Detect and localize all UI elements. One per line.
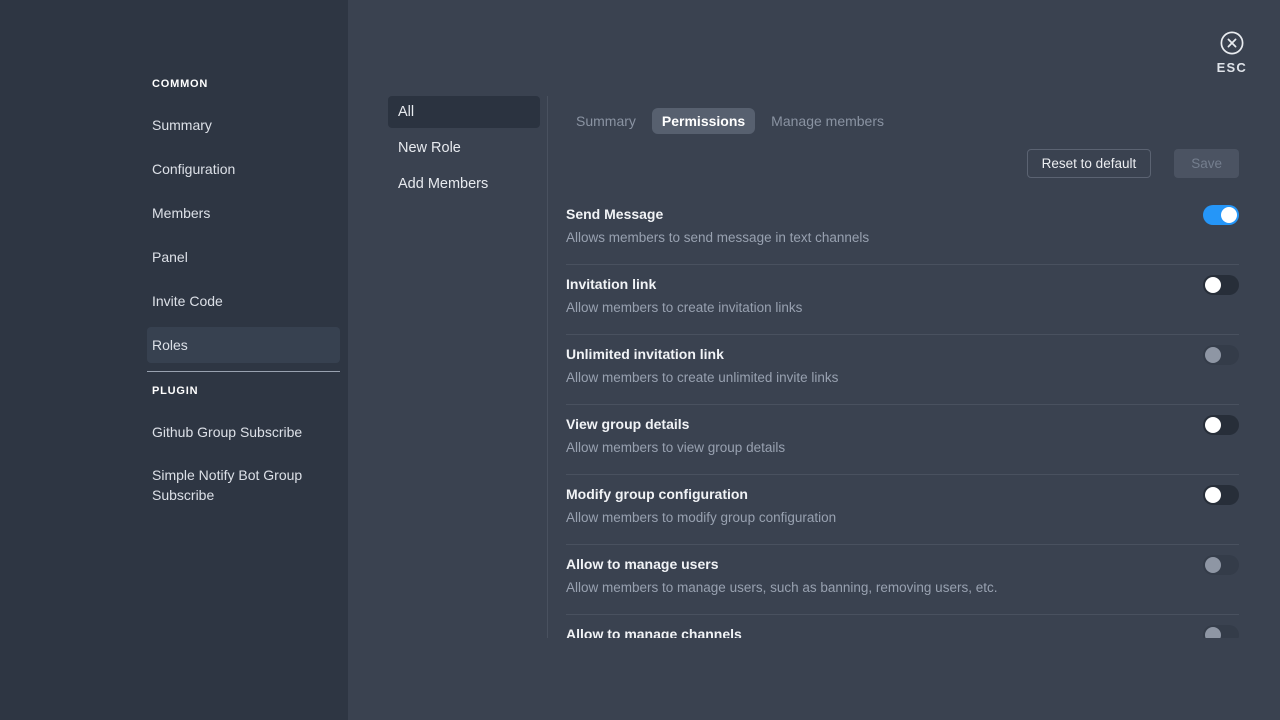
toggle-knob	[1205, 627, 1221, 638]
permission-text: Allow to manage users Allow members to m…	[566, 555, 997, 596]
permission-row-allow-to-manage-channels: Allow to manage channels	[566, 615, 1239, 638]
toggle-knob	[1205, 557, 1221, 573]
permission-title: View group details	[566, 415, 785, 433]
vertical-divider	[547, 96, 548, 638]
sidebar-item-github-group-subscribe[interactable]: Github Group Subscribe	[147, 414, 340, 450]
sidebar-item-invite-code[interactable]: Invite Code	[147, 283, 340, 319]
permission-list: Send Message Allows members to send mess…	[566, 195, 1239, 638]
permission-title: Unlimited invitation link	[566, 345, 838, 363]
tab-summary[interactable]: Summary	[566, 108, 646, 134]
permission-actions: Reset to default Save	[566, 149, 1239, 178]
invitation-link-toggle[interactable]	[1203, 275, 1239, 295]
permission-text: Modify group configuration Allow members…	[566, 485, 836, 526]
view-group-details-toggle[interactable]	[1203, 415, 1239, 435]
permission-text: Unlimited invitation link Allow members …	[566, 345, 838, 386]
permission-description: Allow members to create unlimited invite…	[566, 369, 838, 386]
permission-description: Allow members to modify group configurat…	[566, 509, 836, 526]
sidebar-item-configuration[interactable]: Configuration	[147, 151, 340, 187]
permission-row-allow-to-manage-users: Allow to manage users Allow members to m…	[566, 545, 1239, 615]
permission-row-send-message: Send Message Allows members to send mess…	[566, 195, 1239, 265]
allow-to-manage-users-toggle[interactable]	[1203, 555, 1239, 575]
send-message-toggle[interactable]	[1203, 205, 1239, 225]
sidebar-divider	[147, 371, 340, 372]
role-detail-tabs: Summary Permissions Manage members	[566, 108, 1239, 134]
permission-row-invitation-link: Invitation link Allow members to create …	[566, 265, 1239, 335]
permission-description: Allows members to send message in text c…	[566, 229, 869, 246]
permission-description: Allow members to create invitation links	[566, 299, 802, 316]
permission-text: Allow to manage channels	[566, 625, 742, 638]
sidebar-item-panel[interactable]: Panel	[147, 239, 340, 275]
sidebar-item-members[interactable]: Members	[147, 195, 340, 231]
sidebar-section-title-plugin: PLUGIN	[147, 385, 340, 397]
permission-title: Invitation link	[566, 275, 802, 293]
sidebar-item-roles[interactable]: Roles	[147, 327, 340, 363]
sidebar-item-simple-notify-bot-group-subscribe[interactable]: Simple Notify Bot Group Subscribe	[147, 458, 340, 512]
sidebar-item-summary[interactable]: Summary	[147, 107, 340, 143]
tab-manage-members[interactable]: Manage members	[761, 108, 894, 134]
permission-title: Allow to manage channels	[566, 625, 742, 638]
permission-description: Allow members to view group details	[566, 439, 785, 456]
role-detail-panel: Summary Permissions Manage members Reset…	[566, 96, 1239, 638]
allow-to-manage-channels-toggle[interactable]	[1203, 625, 1239, 638]
modify-group-configuration-toggle[interactable]	[1203, 485, 1239, 505]
reset-to-default-button[interactable]: Reset to default	[1027, 149, 1152, 178]
permission-title: Send Message	[566, 205, 869, 223]
esc-label: ESC	[1217, 60, 1247, 75]
toggle-knob	[1205, 277, 1221, 293]
toggle-knob	[1205, 487, 1221, 503]
roles-content: All New Role Add Members Summary Permiss…	[388, 96, 1280, 638]
unlimited-invitation-link-toggle[interactable]	[1203, 345, 1239, 365]
permission-row-modify-group-configuration: Modify group configuration Allow members…	[566, 475, 1239, 545]
permission-text: Send Message Allows members to send mess…	[566, 205, 869, 246]
roles-nav-item-new-role[interactable]: New Role	[388, 132, 540, 164]
save-button[interactable]: Save	[1174, 149, 1239, 178]
permission-title: Modify group configuration	[566, 485, 836, 503]
close-control[interactable]: ESC	[1217, 30, 1247, 75]
permission-text: View group details Allow members to view…	[566, 415, 785, 456]
sidebar-section-title-common: COMMON	[147, 78, 340, 90]
tab-permissions[interactable]: Permissions	[652, 108, 755, 134]
toggle-knob	[1205, 347, 1221, 363]
roles-nav: All New Role Add Members	[388, 96, 540, 638]
permission-text: Invitation link Allow members to create …	[566, 275, 802, 316]
roles-nav-item-add-members[interactable]: Add Members	[388, 168, 540, 200]
permission-title: Allow to manage users	[566, 555, 997, 573]
toggle-knob	[1205, 417, 1221, 433]
permission-row-view-group-details: View group details Allow members to view…	[566, 405, 1239, 475]
permission-row-unlimited-invitation-link: Unlimited invitation link Allow members …	[566, 335, 1239, 405]
toggle-knob	[1221, 207, 1237, 223]
roles-nav-item-all[interactable]: All	[388, 96, 540, 128]
permission-description: Allow members to manage users, such as b…	[566, 579, 997, 596]
close-circle-x-icon[interactable]	[1219, 30, 1245, 56]
settings-sidebar: COMMON Summary Configuration Members Pan…	[0, 0, 348, 720]
